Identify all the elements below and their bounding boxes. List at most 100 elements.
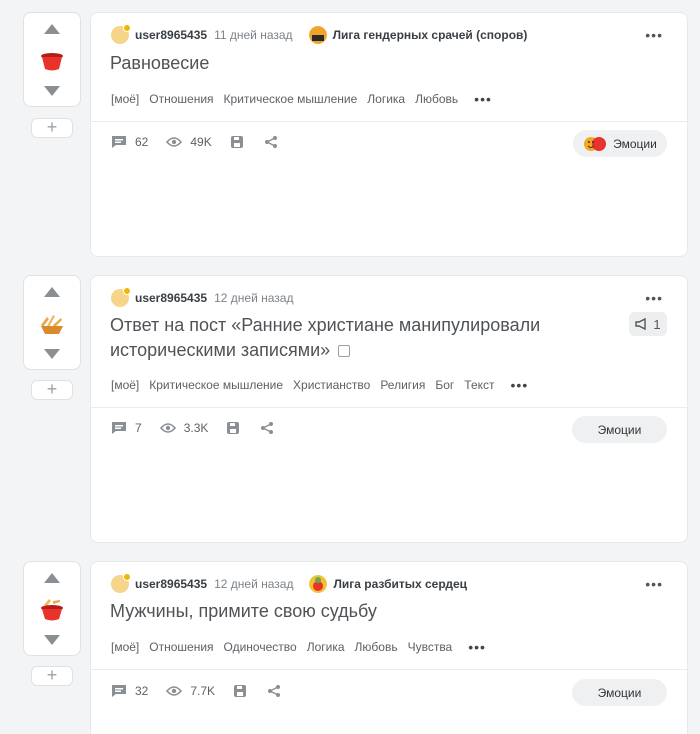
- tag[interactable]: [моё]: [111, 640, 139, 654]
- comment-count: 62: [135, 135, 149, 149]
- vote-panel: [23, 275, 81, 370]
- more-menu-icon[interactable]: •••: [645, 577, 663, 591]
- tag[interactable]: [моё]: [111, 92, 139, 106]
- emotions-label: Эмоции: [613, 136, 657, 151]
- community-link[interactable]: Лига гендерных срачей (споров): [308, 26, 528, 44]
- community-icon: [308, 26, 327, 44]
- tag[interactable]: Христианство: [293, 378, 370, 392]
- post-title-line: историческими записями»: [110, 338, 540, 363]
- author-name[interactable]: user8965435: [135, 577, 207, 591]
- post-footer: 32 7.7K: [111, 684, 289, 698]
- divider: [91, 669, 687, 670]
- post-time: 11 дней назад: [214, 28, 293, 42]
- tag[interactable]: Отношения: [149, 640, 213, 654]
- megaphone-badge[interactable]: 1: [629, 312, 667, 336]
- views-count: 3.3K: [183, 421, 209, 435]
- tag[interactable]: Одиночество: [224, 640, 297, 654]
- emotions-icon: [584, 136, 607, 151]
- author-name[interactable]: user8965435: [135, 291, 207, 305]
- post-title[interactable]: Ответ на пост «Ранние христиане манипули…: [110, 313, 540, 363]
- tag[interactable]: Отношения: [149, 92, 213, 106]
- tag[interactable]: Логика: [307, 640, 345, 654]
- tag[interactable]: Критическое мышление: [149, 378, 283, 392]
- emotions-button[interactable]: Эмоции: [573, 130, 667, 157]
- post-title-line: Ответ на пост «Ранние христиане манипули…: [110, 315, 541, 335]
- tag[interactable]: Любовь: [415, 92, 458, 106]
- post-card: user8965435 11 дней назад Лига гендерных…: [90, 12, 688, 257]
- emotions-button[interactable]: Эмоции: [572, 416, 667, 443]
- post-footer: 62 49K: [111, 135, 286, 149]
- tag-list: [моё] Критическое мышление Христианство …: [111, 377, 528, 393]
- avatar[interactable]: [111, 287, 131, 307]
- views-count: 7.7K: [190, 684, 216, 698]
- upvote-icon[interactable]: [44, 573, 60, 583]
- comment-icon[interactable]: [111, 421, 127, 435]
- more-tags-icon[interactable]: •••: [511, 377, 529, 393]
- tag[interactable]: Религия: [380, 378, 425, 392]
- save-icon[interactable]: [230, 135, 244, 149]
- community-name: Лига гендерных срачей (споров): [332, 28, 528, 42]
- post-title-text: историческими записями»: [110, 340, 331, 360]
- tag-list: [моё] Отношения Одиночество Логика Любов…: [111, 639, 486, 655]
- add-button[interactable]: +: [31, 666, 73, 686]
- rating-pot-icon: [41, 53, 63, 71]
- views-icon: [166, 686, 183, 696]
- upvote-icon[interactable]: [44, 24, 60, 34]
- views-icon: [159, 423, 176, 433]
- rating-chips-icon: [41, 315, 63, 334]
- tag[interactable]: Бог: [435, 378, 454, 392]
- tag[interactable]: Критическое мышление: [224, 92, 358, 106]
- tag[interactable]: Чувства: [408, 640, 453, 654]
- more-menu-icon[interactable]: •••: [645, 291, 663, 305]
- more-tags-icon[interactable]: •••: [474, 91, 492, 107]
- post-card: user8965435 12 дней назад Лига разбитых …: [90, 561, 688, 734]
- upvote-icon[interactable]: [44, 287, 60, 297]
- share-icon[interactable]: [260, 421, 274, 435]
- emotions-label: Эмоции: [597, 685, 642, 700]
- save-icon[interactable]: [226, 421, 240, 435]
- downvote-icon[interactable]: [44, 86, 60, 96]
- comment-icon[interactable]: [111, 684, 127, 698]
- emotions-button[interactable]: Эмоции: [572, 679, 667, 706]
- post-header: user8965435 12 дней назад Лига разбитых …: [111, 573, 467, 594]
- tag[interactable]: Любовь: [355, 640, 398, 654]
- vote-panel: [23, 12, 81, 107]
- tag[interactable]: [моё]: [111, 378, 139, 392]
- share-icon[interactable]: [264, 135, 278, 149]
- views-icon: [166, 137, 183, 147]
- more-menu-icon[interactable]: •••: [645, 28, 663, 42]
- downvote-icon[interactable]: [44, 635, 60, 645]
- post-time: 12 дней назад: [214, 291, 294, 305]
- post-footer: 7 3.3K: [111, 421, 282, 435]
- avatar[interactable]: [111, 573, 131, 593]
- share-icon[interactable]: [267, 684, 281, 698]
- community-icon: [309, 575, 328, 593]
- external-link-icon[interactable]: [338, 345, 351, 357]
- community-name: Лига разбитых сердец: [333, 577, 468, 591]
- tag[interactable]: Логика: [367, 92, 405, 106]
- divider: [91, 407, 687, 408]
- downvote-icon[interactable]: [44, 349, 60, 359]
- rating-pot-chips-icon: [41, 599, 63, 621]
- post-time: 12 дней назад: [214, 577, 294, 591]
- avatar[interactable]: [111, 24, 131, 44]
- community-link[interactable]: Лига разбитых сердец: [309, 575, 467, 593]
- author-name[interactable]: user8965435: [135, 28, 207, 42]
- megaphone-icon: [635, 318, 647, 330]
- add-button[interactable]: +: [31, 118, 73, 138]
- post-title[interactable]: Равновесие: [110, 51, 209, 76]
- post-title[interactable]: Мужчины, примите свою судьбу: [110, 599, 377, 624]
- vote-panel: [23, 561, 81, 656]
- post-header: user8965435 12 дней назад: [111, 287, 294, 308]
- post-card: user8965435 12 дней назад ••• Ответ на п…: [90, 275, 688, 543]
- add-button[interactable]: +: [31, 380, 73, 400]
- comment-count: 32: [135, 684, 149, 698]
- tag-list: [моё] Отношения Критическое мышление Лог…: [111, 91, 492, 107]
- tag[interactable]: Текст: [464, 378, 494, 392]
- divider: [91, 121, 687, 122]
- save-icon[interactable]: [233, 684, 247, 698]
- emotions-label: Эмоции: [597, 422, 642, 437]
- more-tags-icon[interactable]: •••: [468, 639, 486, 655]
- comment-count: 7: [135, 421, 142, 435]
- comment-icon[interactable]: [111, 135, 127, 149]
